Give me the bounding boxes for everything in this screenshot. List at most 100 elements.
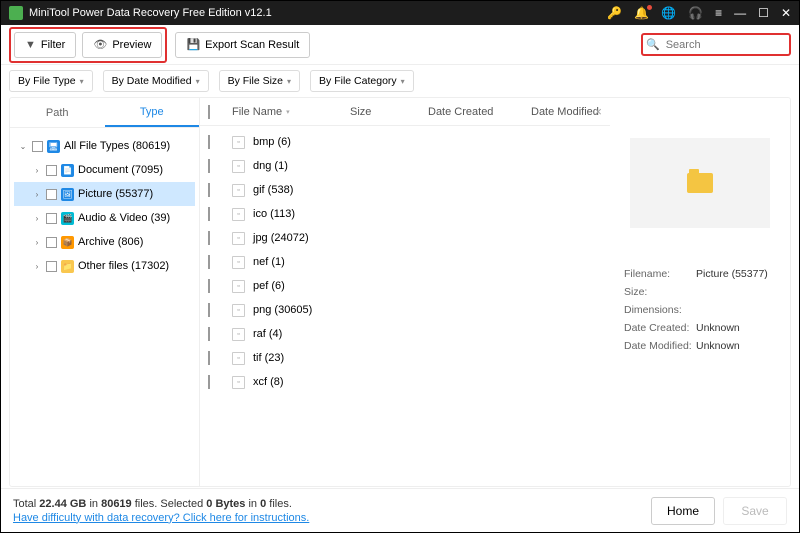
list-header: File Name▾ Size Date Created Date Modifi… — [200, 98, 610, 126]
checkbox[interactable] — [208, 207, 210, 221]
table-row[interactable]: ▫ ico (113) — [208, 202, 602, 226]
collapse-icon[interactable]: ⌄ — [18, 142, 28, 151]
preview-button[interactable]: 👁 Preview — [82, 32, 162, 58]
table-row[interactable]: ▫ pef (6) — [208, 274, 602, 298]
checkbox[interactable] — [208, 375, 210, 389]
dropdown-file-size[interactable]: By File Size▾ — [219, 70, 300, 92]
expand-icon[interactable]: › — [32, 238, 42, 247]
expand-icon[interactable]: › — [32, 190, 42, 199]
checkbox[interactable] — [46, 213, 57, 224]
checkbox[interactable] — [208, 159, 210, 173]
tree-item-other[interactable]: › 📁 Other files (17302) — [14, 254, 195, 278]
export-label: Export Scan Result — [205, 39, 299, 51]
file-name: jpg (24072) — [253, 232, 309, 244]
table-row[interactable]: ▫ bmp (6) — [208, 130, 602, 154]
main-area: Path Type ⌄ 🖥 All File Types (80619) › 📄… — [9, 97, 791, 487]
search-input[interactable] — [666, 38, 766, 51]
export-button[interactable]: 💾 Export Scan Result — [175, 32, 310, 58]
tree-item-audio-video[interactable]: › 🎬 Audio & Video (39) — [14, 206, 195, 230]
meta-label: Size: — [624, 286, 696, 298]
table-row[interactable]: ▫ raf (4) — [208, 322, 602, 346]
file-name: xcf (8) — [253, 376, 284, 388]
expand-icon[interactable]: › — [32, 262, 42, 271]
checkbox[interactable] — [208, 279, 210, 293]
home-button[interactable]: Home — [651, 497, 715, 525]
search-icon: 🔍 — [646, 38, 660, 51]
filter-button[interactable]: ▼ Filter — [14, 32, 76, 58]
tab-path[interactable]: Path — [10, 98, 105, 127]
checkbox[interactable] — [208, 183, 210, 197]
highlight-filter-preview: ▼ Filter 👁 Preview — [9, 27, 167, 63]
meta-value: Unknown — [696, 322, 740, 334]
file-name: tif (23) — [253, 352, 284, 364]
file-name: nef (1) — [253, 256, 285, 268]
col-size[interactable]: Size — [350, 106, 420, 118]
file-icon: ▫ — [232, 256, 245, 269]
tree-item-label: Audio & Video (39) — [78, 212, 170, 224]
checkbox[interactable] — [46, 189, 57, 200]
tree: ⌄ 🖥 All File Types (80619) › 📄 Document … — [10, 128, 199, 284]
table-row[interactable]: ▫ jpg (24072) — [208, 226, 602, 250]
col-created[interactable]: Date Created — [428, 106, 523, 118]
app-logo-icon — [9, 6, 23, 20]
checkbox[interactable] — [46, 237, 57, 248]
checkbox[interactable] — [46, 165, 57, 176]
table-row[interactable]: ▫ gif (538) — [208, 178, 602, 202]
chevron-down-icon: ▾ — [401, 77, 405, 86]
close-preview-icon[interactable]: × — [594, 104, 602, 119]
chevron-down-icon: ▾ — [196, 77, 200, 86]
expand-icon[interactable]: › — [32, 166, 42, 175]
checkbox[interactable] — [208, 327, 210, 341]
meta-value: Picture (55377) — [696, 268, 768, 280]
expand-icon[interactable]: › — [32, 214, 42, 223]
window-title: MiniTool Power Data Recovery Free Editio… — [29, 7, 607, 19]
tree-item-label: Other files (17302) — [78, 260, 169, 272]
tree-root[interactable]: ⌄ 🖥 All File Types (80619) — [14, 134, 195, 158]
dropdown-file-category[interactable]: By File Category▾ — [310, 70, 414, 92]
tree-item-picture[interactable]: › 🖼 Picture (55377) — [14, 182, 195, 206]
file-icon: ▫ — [232, 232, 245, 245]
key-icon[interactable]: 🔑 — [607, 6, 622, 20]
tree-item-document[interactable]: › 📄 Document (7095) — [14, 158, 195, 182]
dropdown-file-type[interactable]: By File Type▾ — [9, 70, 93, 92]
picture-icon: 🖼 — [61, 188, 74, 201]
table-row[interactable]: ▫ png (30605) — [208, 298, 602, 322]
tab-type[interactable]: Type — [105, 98, 200, 127]
tree-item-archive[interactable]: › 📦 Archive (806) — [14, 230, 195, 254]
close-icon[interactable]: ✕ — [781, 6, 791, 20]
bell-icon[interactable]: 🔔 — [634, 6, 649, 20]
save-button: Save — [723, 497, 787, 525]
table-row[interactable]: ▫ tif (23) — [208, 346, 602, 370]
file-name: png (30605) — [253, 304, 312, 316]
dropdown-date-modified[interactable]: By Date Modified▾ — [103, 70, 209, 92]
table-row[interactable]: ▫ xcf (8) — [208, 370, 602, 394]
list-body: ▫ bmp (6) ▫ dng (1) ▫ gif (538) ▫ ico (1… — [200, 126, 610, 486]
toolbar: ▼ Filter 👁 Preview 💾 Export Scan Result … — [1, 25, 799, 65]
checkbox-all[interactable] — [208, 105, 210, 119]
menu-icon[interactable]: ≡ — [715, 6, 722, 20]
checkbox[interactable] — [46, 261, 57, 272]
highlight-search: 🔍 — [641, 33, 791, 56]
maximize-icon[interactable]: ☐ — [758, 6, 769, 20]
checkbox[interactable] — [208, 351, 210, 365]
checkbox[interactable] — [32, 141, 43, 152]
tree-item-label: Archive (806) — [78, 236, 143, 248]
checkbox[interactable] — [208, 135, 210, 149]
headphones-icon[interactable]: 🎧 — [688, 6, 703, 20]
filter-icon: ▼ — [25, 39, 36, 51]
file-icon: ▫ — [232, 304, 245, 317]
meta-value: Unknown — [696, 340, 740, 352]
file-name: bmp (6) — [253, 136, 291, 148]
minimize-icon[interactable]: — — [734, 6, 746, 20]
col-modified[interactable]: Date Modified — [531, 106, 601, 118]
checkbox[interactable] — [208, 231, 210, 245]
preview-pane: Filename:Picture (55377) Size: Dimension… — [610, 98, 790, 486]
col-name[interactable]: File Name — [232, 106, 282, 118]
globe-icon[interactable]: 🌐 — [661, 6, 676, 20]
help-link[interactable]: Have difficulty with data recovery? Clic… — [13, 512, 643, 524]
table-row[interactable]: ▫ nef (1) — [208, 250, 602, 274]
table-row[interactable]: ▫ dng (1) — [208, 154, 602, 178]
file-name: raf (4) — [253, 328, 282, 340]
checkbox[interactable] — [208, 255, 210, 269]
checkbox[interactable] — [208, 303, 210, 317]
